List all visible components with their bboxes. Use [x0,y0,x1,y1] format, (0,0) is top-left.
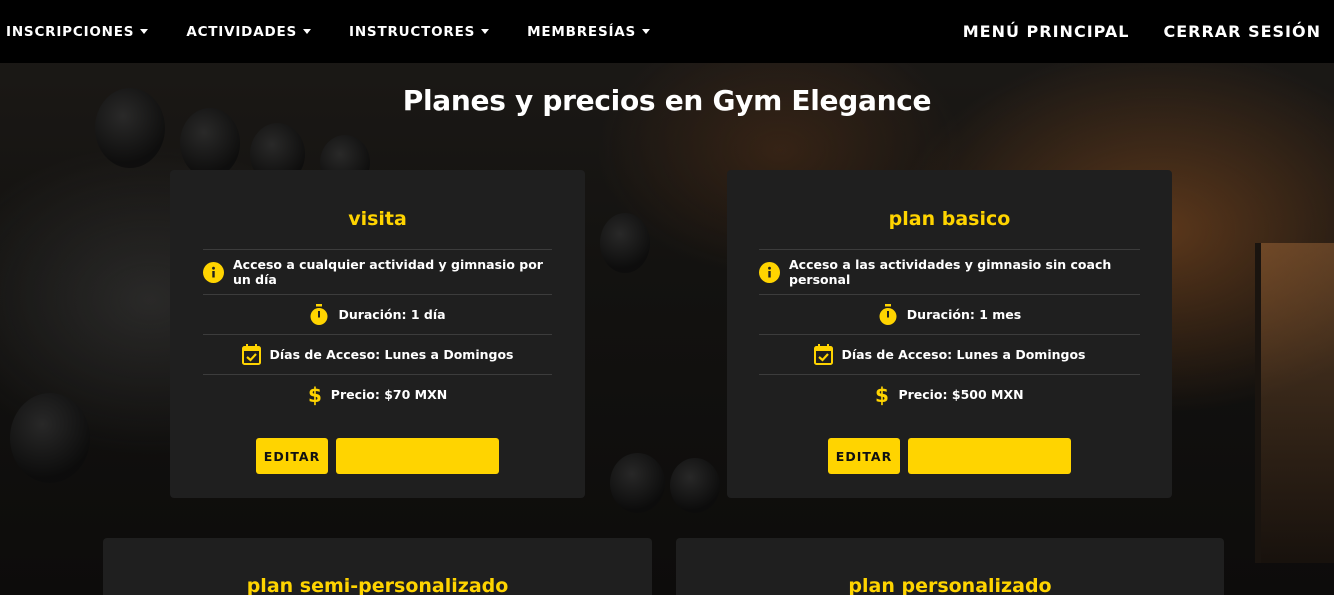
nav-label: ACTIVIDADES [186,23,297,40]
plan-title: plan personalizado [848,575,1052,595]
calendar-check-icon [813,344,833,365]
plan-description-row: Acceso a cualquier actividad y gimnasio … [203,249,552,294]
logout-link[interactable]: CERRAR SESIÓN [1163,22,1321,41]
plan-details: Acceso a cualquier actividad y gimnasio … [203,249,552,414]
dollar-icon: $ [875,384,889,406]
plan-price-row: $ Precio: $70 MXN [203,374,552,414]
plan-description: Acceso a las actividades y gimnasio sin … [789,257,1112,287]
plan-duration-row: Duración: 1 día [203,294,552,334]
plan-duration-row: Duración: 1 mes [759,294,1140,334]
plan-price: Precio: $70 MXN [330,387,448,402]
nav-dropdown-actividades[interactable]: ACTIVIDADES [186,24,311,40]
plan-action-button[interactable] [336,438,499,474]
svg-text:$: $ [875,384,889,406]
dollar-icon: $ [308,384,322,406]
plan-card-visita: visita Acceso a cualquier actividad y gi… [170,170,585,498]
plan-card-semi-personalizado: plan semi-personalizado [103,538,652,595]
main-menu-link[interactable]: MENÚ PRINCIPAL [963,22,1130,41]
caret-down-icon [481,29,490,34]
plan-days-row: Días de Acceso: Lunes a Domingos [203,334,552,374]
plan-actions: EDITAR [727,438,1172,474]
nav-actions: MENÚ PRINCIPAL CERRAR SESIÓN [929,22,1334,41]
plan-price: Precio: $500 MXN [898,387,1024,402]
info-circle-icon [203,261,224,283]
nav-label: INSTRUCTORES [349,23,476,40]
plan-days-row: Días de Acceso: Lunes a Domingos [759,334,1140,374]
plan-description: Acceso a cualquier actividad y gimnasio … [233,257,543,287]
plan-price-row: $ Precio: $500 MXN [759,374,1140,414]
stopwatch-icon [878,303,898,326]
caret-down-icon [303,29,311,34]
svg-text:$: $ [308,384,322,406]
caret-down-icon [642,29,651,34]
calendar-check-icon [241,344,261,365]
plan-action-button[interactable] [908,438,1071,474]
nav-dropdown-inscripciones[interactable]: INSCRIPCIONES [6,23,149,40]
caret-down-icon [140,29,149,34]
info-circle-icon [759,261,780,283]
nav-label: MEMBRESÍAS [527,23,637,40]
edit-button[interactable]: EDITAR [256,438,328,474]
plan-description-row: Acceso a las actividades y gimnasio sin … [759,249,1140,294]
plan-card-basico: plan basico Acceso a las actividades y g… [727,170,1172,498]
plan-duration: Duración: 1 día [338,307,446,322]
page-title: Planes y precios en Gym Elegance [402,84,932,117]
plan-title: plan basico [888,208,1011,230]
plan-details: Acceso a las actividades y gimnasio sin … [759,249,1140,414]
plan-title: visita [348,208,407,230]
nav-menu: INSCRIPCIONES ACTIVIDADES INSTRUCTORES M… [6,24,688,40]
nav-label: INSCRIPCIONES [6,23,135,40]
top-navbar: INSCRIPCIONES ACTIVIDADES INSTRUCTORES M… [0,0,1334,63]
plan-access-days: Días de Acceso: Lunes a Domingos [841,347,1086,362]
plan-title: plan semi-personalizado [246,575,509,595]
nav-dropdown-instructores[interactable]: INSTRUCTORES [349,23,490,40]
nav-dropdown-membresias[interactable]: MEMBRESÍAS [527,23,651,40]
plan-duration: Duración: 1 mes [906,307,1022,322]
plan-access-days: Días de Acceso: Lunes a Domingos [269,347,514,362]
plan-actions: EDITAR [170,438,585,474]
plan-card-personalizado: plan personalizado [676,538,1224,595]
stopwatch-icon [309,303,329,326]
edit-button[interactable]: EDITAR [828,438,900,474]
